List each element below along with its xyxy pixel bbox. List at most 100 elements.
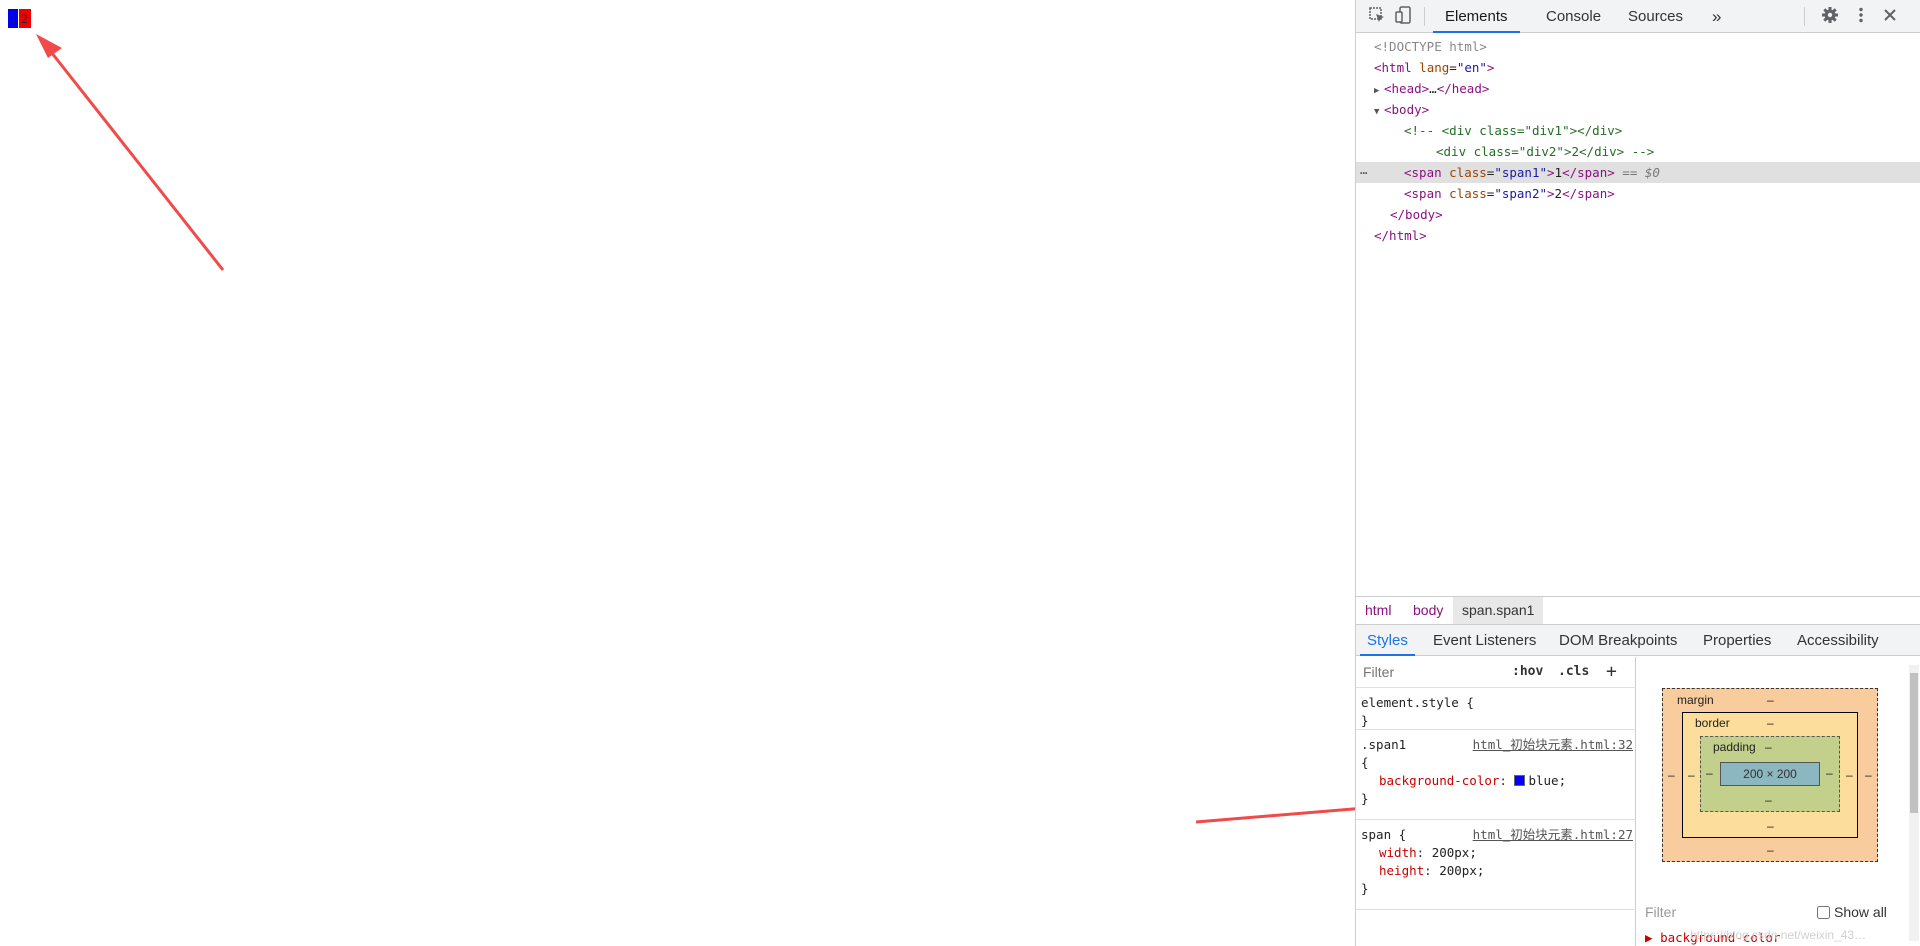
tab-dom-breakpoints[interactable]: DOM Breakpoints — [1552, 625, 1684, 656]
div2-text: 2 — [1571, 144, 1580, 159]
styles-filter-input[interactable] — [1360, 661, 1500, 683]
box-model-pane: margin – – – – border – – – – padding – … — [1637, 657, 1920, 946]
dom-comment-line1[interactable]: <!-- <div class="div1"></div> — [1356, 120, 1920, 141]
watermark: https://blog.csdn.net/weixin_43… — [1690, 928, 1867, 942]
padding-top-value: – — [1765, 740, 1772, 754]
comment-close: --> — [1624, 144, 1655, 159]
tab-console[interactable]: Console — [1534, 0, 1613, 33]
show-all-label: Show all — [1834, 904, 1887, 920]
border-top-value: – — [1767, 716, 1774, 730]
comment-open: <!-- — [1404, 123, 1442, 138]
close-icon[interactable] — [1879, 6, 1901, 28]
add-rule-button[interactable]: + — [1606, 662, 1617, 682]
element-style-selector: element.style { — [1361, 695, 1474, 710]
span2-box[interactable]: 2 — [19, 9, 31, 28]
sidebar-tabs: Styles Event Listeners DOM Breakpoints P… — [1356, 624, 1920, 656]
box-model-border[interactable]: border – – – – padding – – – – 200 × 200 — [1682, 712, 1858, 838]
scrollbar[interactable] — [1909, 665, 1919, 941]
tab-properties[interactable]: Properties — [1696, 625, 1778, 656]
rule2-declaration-width[interactable]: width: 200px; — [1361, 844, 1631, 862]
tab-accessibility[interactable]: Accessibility — [1790, 625, 1886, 656]
inspect-icon[interactable] — [1366, 6, 1388, 28]
show-all-checkbox[interactable]: Show all — [1817, 904, 1887, 920]
box-model-padding[interactable]: padding – – – – 200 × 200 — [1700, 736, 1840, 812]
rule2-declaration-height[interactable]: height: 200px; — [1361, 862, 1631, 880]
margin-right-value: – — [1865, 768, 1872, 782]
breadcrumb-span1[interactable]: span.span1 — [1453, 597, 1544, 624]
styles-pane: :hov .cls + element.style { } .span1 htm… — [1356, 657, 1636, 946]
dom-head[interactable]: ▶ <head>…</head> — [1356, 78, 1920, 99]
span1-text: 1 — [1554, 165, 1563, 180]
rule2-prop1: width — [1379, 845, 1417, 860]
head-collapsed: … — [1429, 81, 1437, 96]
rule1-close: } — [1361, 791, 1369, 806]
rule1-value: blue; — [1528, 773, 1567, 788]
margin-bottom-value: – — [1767, 843, 1774, 857]
scrollbar-thumb[interactable] — [1910, 673, 1918, 813]
div2-class: "div2" — [1518, 144, 1564, 159]
dom-comment-line2[interactable]: <div class="div2">2</div> --> — [1356, 141, 1920, 162]
breadcrumb: html body span.span1 — [1356, 596, 1920, 624]
dom-doctype[interactable]: <!DOCTYPE html> — [1356, 36, 1920, 57]
dom-span2[interactable]: <span class="span2">2</span> — [1356, 183, 1920, 204]
styles-filter-bar: :hov .cls + — [1356, 657, 1636, 688]
device-toolbar-icon[interactable] — [1393, 6, 1415, 28]
border-left-value: – — [1688, 768, 1695, 782]
span1-class: "span1" — [1494, 165, 1548, 180]
box-model-margin[interactable]: margin – – – – border – – – – padding – … — [1662, 688, 1878, 862]
border-right-value: – — [1846, 768, 1853, 782]
dom-body-open[interactable]: ▼ <body> — [1356, 99, 1920, 120]
rule1-prop: background-color — [1379, 773, 1500, 788]
breadcrumb-body[interactable]: body — [1404, 597, 1452, 624]
rule2-close: } — [1361, 881, 1369, 896]
dom-html-close[interactable]: </html> — [1356, 225, 1920, 246]
rule2-source-link[interactable]: html_初始块元素.html:27 — [1473, 826, 1633, 844]
show-all-check[interactable] — [1817, 906, 1830, 919]
page-viewport: 1 2 — [0, 0, 1355, 946]
rule1-declaration[interactable]: background-color: blue; — [1361, 772, 1631, 790]
span1-rule[interactable]: .span1 html_初始块元素.html:32 { background-c… — [1356, 732, 1636, 820]
toolbar-divider — [1424, 7, 1425, 26]
hov-button[interactable]: :hov — [1512, 662, 1543, 682]
toolbar-divider-right — [1804, 7, 1805, 26]
screen: 1 2 Elements Console Sources » <!DOCTYPE… — [0, 0, 1920, 946]
rule1-open-brace: { — [1361, 755, 1369, 770]
node-actions-icon[interactable]: ⋯ — [1360, 162, 1368, 183]
tab-elements[interactable]: Elements — [1433, 0, 1520, 33]
html-tag: html — [1381, 60, 1412, 75]
padding-left-value: – — [1706, 766, 1713, 780]
element-style-rule[interactable]: element.style { } — [1356, 690, 1636, 730]
padding-bottom-value: – — [1765, 793, 1772, 807]
border-bottom-value: – — [1767, 819, 1774, 833]
dom-html-open[interactable]: <html lang="en"> — [1356, 57, 1920, 78]
color-swatch[interactable] — [1514, 775, 1526, 786]
doctype-text: <!DOCTYPE html> — [1374, 39, 1487, 54]
padding-label: padding — [1713, 740, 1756, 754]
tab-sources[interactable]: Sources — [1616, 0, 1695, 33]
div1-class: "div1" — [1524, 123, 1570, 138]
span2-text: 2 — [1554, 186, 1563, 201]
rule1-source-link[interactable]: html_初始块元素.html:32 — [1473, 736, 1633, 754]
devtools-toolbar: Elements Console Sources » — [1356, 0, 1920, 33]
breadcrumb-html[interactable]: html — [1356, 597, 1400, 624]
element-style-close: } — [1361, 713, 1369, 728]
dom-span1-selected[interactable]: ⋯ <span class="span1">1</span> == $0 — [1356, 162, 1920, 183]
span-rule[interactable]: span { html_初始块元素.html:27 width: 200px; … — [1356, 822, 1636, 910]
html-attr-value: "en" — [1456, 60, 1487, 75]
margin-top-value: – — [1767, 693, 1774, 707]
rule2-val1: 200px; — [1431, 845, 1477, 860]
gear-icon[interactable] — [1819, 6, 1841, 28]
margin-left-value: – — [1668, 768, 1675, 782]
computed-filter-input[interactable]: Filter — [1645, 904, 1676, 920]
html-attr-name: lang — [1419, 60, 1450, 75]
dom-body-close[interactable]: </body> — [1356, 204, 1920, 225]
box-model-content[interactable]: 200 × 200 — [1720, 762, 1820, 786]
rule2-val2: 200px; — [1439, 863, 1485, 878]
more-tabs-button[interactable]: » — [1700, 0, 1733, 33]
tab-event-listeners[interactable]: Event Listeners — [1426, 625, 1543, 656]
kebab-icon[interactable] — [1850, 6, 1872, 28]
span1-box[interactable]: 1 — [8, 9, 18, 28]
cls-button[interactable]: .cls — [1558, 662, 1589, 682]
tab-styles[interactable]: Styles — [1360, 625, 1415, 656]
margin-label: margin — [1677, 693, 1714, 707]
